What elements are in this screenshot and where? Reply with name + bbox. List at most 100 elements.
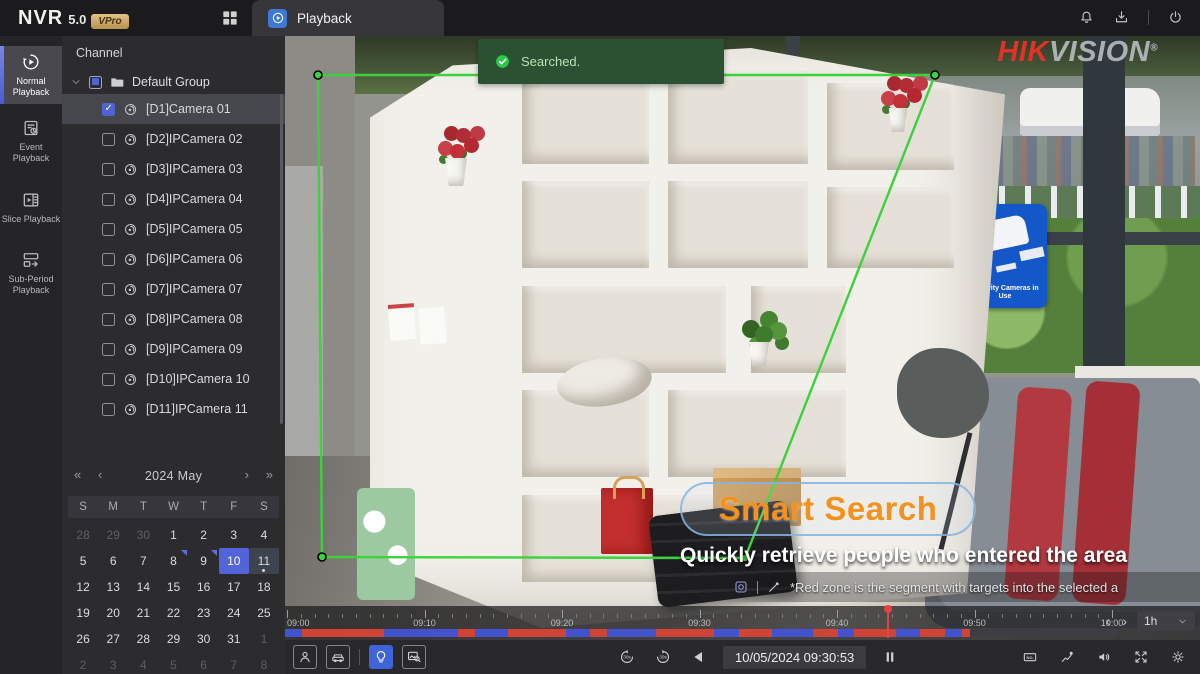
camera-row-d3-ipcamera-03[interactable]: [D3]IPCamera 03 [62, 154, 285, 184]
calendar-day[interactable]: 1 [158, 522, 188, 548]
tab-playback[interactable]: Playback [252, 0, 444, 36]
zone-handle[interactable] [931, 71, 939, 79]
settings-button[interactable] [1166, 645, 1190, 669]
sidebar-item-slice-playback[interactable]: Slice Playback [0, 178, 62, 236]
calendar-day[interactable]: 30 [128, 522, 158, 548]
calendar-day[interactable]: 19 [68, 600, 98, 626]
camera-checkbox[interactable] [102, 373, 115, 386]
camera-row-d11-ipcamera-11[interactable]: [D11]IPCamera 11 [62, 394, 285, 424]
calendar-day[interactable]: 27 [98, 626, 128, 652]
smart-zone-icon[interactable] [733, 579, 749, 595]
calendar-day[interactable]: 20 [98, 600, 128, 626]
camera-row-d1-camera-01[interactable]: [D1]Camera 01 [62, 94, 285, 124]
timeline-scale-select[interactable]: 1h [1137, 611, 1195, 631]
sidebar-item-normal-playback[interactable]: Normal Playback [0, 46, 62, 104]
tag-button[interactable] [1055, 645, 1079, 669]
camera-row-d6-ipcamera-06[interactable]: [D6]IPCamera 06 [62, 244, 285, 274]
camera-checkbox[interactable] [102, 133, 115, 146]
zone-handle[interactable] [314, 71, 322, 79]
calendar-next-year-icon[interactable]: » [262, 465, 277, 484]
camera-row-d9-ipcamera-09[interactable]: [D9]IPCamera 09 [62, 334, 285, 364]
apps-grid-icon[interactable] [220, 8, 240, 28]
calendar-next-month-icon[interactable]: › [241, 465, 253, 484]
calendar-day[interactable]: 5 [68, 548, 98, 574]
calendar-day[interactable]: 16 [189, 574, 219, 600]
calendar-day[interactable]: 14 [128, 574, 158, 600]
rewind-30s-button[interactable]: 30s [615, 645, 639, 669]
calendar-day[interactable]: 28 [68, 522, 98, 548]
timeline-playhead[interactable] [887, 606, 889, 638]
calendar-day[interactable]: 21 [128, 600, 158, 626]
sidebar-item-event-playback[interactable]: Event Playback [0, 112, 62, 170]
person-search-button[interactable] [293, 645, 317, 669]
camera-row-d4-ipcamera-04[interactable]: [D4]IPCamera 04 [62, 184, 285, 214]
calendar-day[interactable]: 7 [128, 548, 158, 574]
forward-30s-button[interactable]: 30s [651, 645, 675, 669]
draw-line-icon[interactable] [766, 579, 782, 595]
fullscreen-button[interactable] [1129, 645, 1153, 669]
calendar-day[interactable]: 8 [158, 548, 188, 574]
camera-checkbox[interactable] [102, 283, 115, 296]
smart-search-light-button[interactable] [369, 645, 393, 669]
calendar-day[interactable]: 15 [158, 574, 188, 600]
calendar-day[interactable]: 29 [158, 626, 188, 652]
timeline-ruler[interactable] [285, 606, 1200, 618]
power-icon[interactable] [1167, 9, 1184, 26]
calendar-day[interactable]: 13 [98, 574, 128, 600]
camera-checkbox[interactable] [102, 103, 115, 116]
camera-checkbox[interactable] [102, 403, 115, 416]
calendar-day[interactable]: 8 [249, 652, 279, 674]
calendar-day[interactable]: 26 [68, 626, 98, 652]
calendar-day[interactable]: 6 [98, 548, 128, 574]
calendar-day[interactable]: 30 [189, 626, 219, 652]
calendar-day[interactable]: 7 [219, 652, 249, 674]
calendar-day[interactable]: 31 [219, 626, 249, 652]
timeline-next-icon[interactable]: › [1120, 614, 1129, 628]
pause-button[interactable] [878, 645, 902, 669]
camera-checkbox[interactable] [102, 343, 115, 356]
zone-handle[interactable] [318, 553, 326, 561]
camera-checkbox[interactable] [102, 163, 115, 176]
download-icon[interactable] [1113, 9, 1130, 26]
calendar-day[interactable]: 12 [68, 574, 98, 600]
calendar-day[interactable]: 29 [98, 522, 128, 548]
reverse-play-button[interactable] [687, 645, 711, 669]
calendar-day[interactable]: 25 [249, 600, 279, 626]
calendar-day[interactable]: 2 [68, 652, 98, 674]
calendar-day[interactable]: 3 [98, 652, 128, 674]
audio-button[interactable] [1092, 645, 1116, 669]
camera-checkbox[interactable] [102, 313, 115, 326]
calendar-day[interactable]: 3 [219, 522, 249, 548]
calendar-day[interactable]: 6 [189, 652, 219, 674]
calendar-day[interactable]: 22 [158, 600, 188, 626]
camera-row-d10-ipcamera-10[interactable]: [D10]IPCamera 10 [62, 364, 285, 394]
timeline-prev-icon[interactable]: ‹ [1104, 614, 1113, 628]
video-viewport[interactable]: Security Cameras in Use [285, 36, 1200, 640]
timeline-track[interactable] [285, 629, 1117, 637]
camera-row-d5-ipcamera-05[interactable]: [D5]IPCamera 05 [62, 214, 285, 244]
camera-row-d7-ipcamera-07[interactable]: [D7]IPCamera 07 [62, 274, 285, 304]
calendar-day[interactable]: 10 [219, 548, 249, 574]
camera-checkbox[interactable] [102, 253, 115, 266]
calendar-day[interactable]: 4 [249, 522, 279, 548]
camera-row-d2-ipcamera-02[interactable]: [D2]IPCamera 02 [62, 124, 285, 154]
calendar-day[interactable]: 23 [189, 600, 219, 626]
calendar-day[interactable]: 9 [189, 548, 219, 574]
camera-row-d8-ipcamera-08[interactable]: [D8]IPCamera 08 [62, 304, 285, 334]
channel-scrollbar[interactable] [280, 94, 283, 424]
camera-checkbox[interactable] [102, 193, 115, 206]
plate-number-button[interactable]: NO. [1018, 645, 1042, 669]
calendar-day[interactable]: 24 [219, 600, 249, 626]
calendar-day[interactable]: 5 [158, 652, 188, 674]
calendar-day[interactable]: 18 [249, 574, 279, 600]
vehicle-search-button[interactable] [326, 645, 350, 669]
calendar-prev-year-icon[interactable]: « [70, 465, 85, 484]
chevron-down-icon[interactable] [70, 76, 82, 88]
picture-search-button[interactable] [402, 645, 426, 669]
sidebar-item-sub-period-playback[interactable]: Sub-Period Playback [0, 244, 62, 302]
calendar-day[interactable]: 4 [128, 652, 158, 674]
calendar-day[interactable]: 1 [249, 626, 279, 652]
calendar-day[interactable]: 17 [219, 574, 249, 600]
calendar-day[interactable]: 11 [249, 548, 279, 574]
bell-icon[interactable] [1078, 9, 1095, 26]
